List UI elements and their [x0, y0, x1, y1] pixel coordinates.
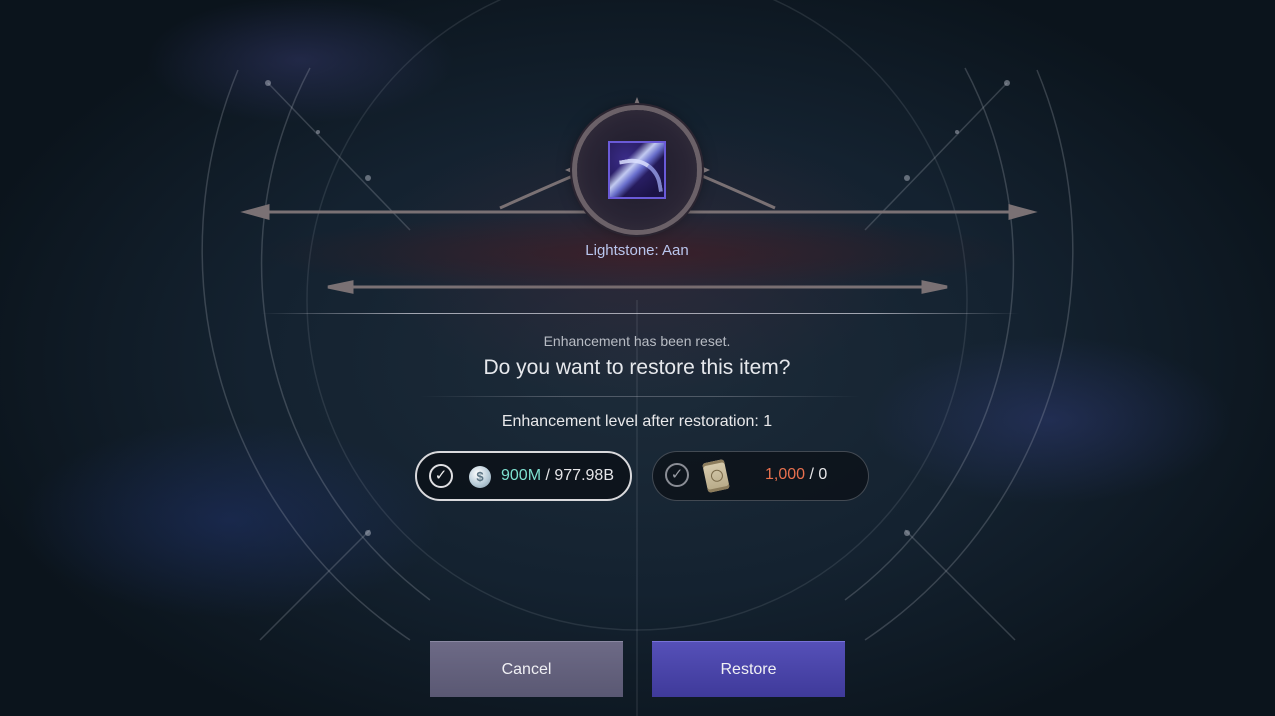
enhancement-level-text: Enhancement level after restoration: 1 [501, 413, 773, 430]
silver-cost-option[interactable]: ✓ $ 900M / 977.98B [415, 451, 632, 501]
checkmark-icon[interactable]: ✓ [665, 463, 689, 487]
scroll-cost-value: 1,000 / 0 [765, 466, 827, 484]
restore-button[interactable]: Restore [652, 641, 845, 697]
scroll-icon [702, 459, 730, 493]
scroll-required: 0 [818, 466, 828, 483]
checkmark-icon[interactable]: ✓ [429, 464, 453, 488]
restore-dialog-screen: Lightstone: Aan Enhancement has been res… [0, 0, 1275, 716]
silver-coin-icon: $ [469, 466, 491, 488]
silver-cost-value: 900M / 977.98B [501, 467, 614, 485]
lightstone-icon [608, 141, 666, 199]
silver-required: 977.98B [554, 467, 614, 484]
silver-owned: 900M [501, 467, 542, 484]
silver-separator: / [541, 467, 555, 484]
reset-message: Enhancement has been reset. [543, 333, 731, 349]
scroll-separator: / [805, 466, 819, 483]
item-badge [577, 110, 697, 230]
scroll-cost-option[interactable]: ✓ 1,000 / 0 [652, 451, 869, 501]
scroll-owned: 1,000 [765, 466, 806, 483]
restore-question: Do you want to restore this item? [483, 356, 791, 379]
cancel-button[interactable]: Cancel [430, 641, 623, 697]
divider-secondary [420, 396, 860, 397]
divider [260, 313, 1020, 314]
item-name: Lightstone: Aan [585, 242, 689, 259]
